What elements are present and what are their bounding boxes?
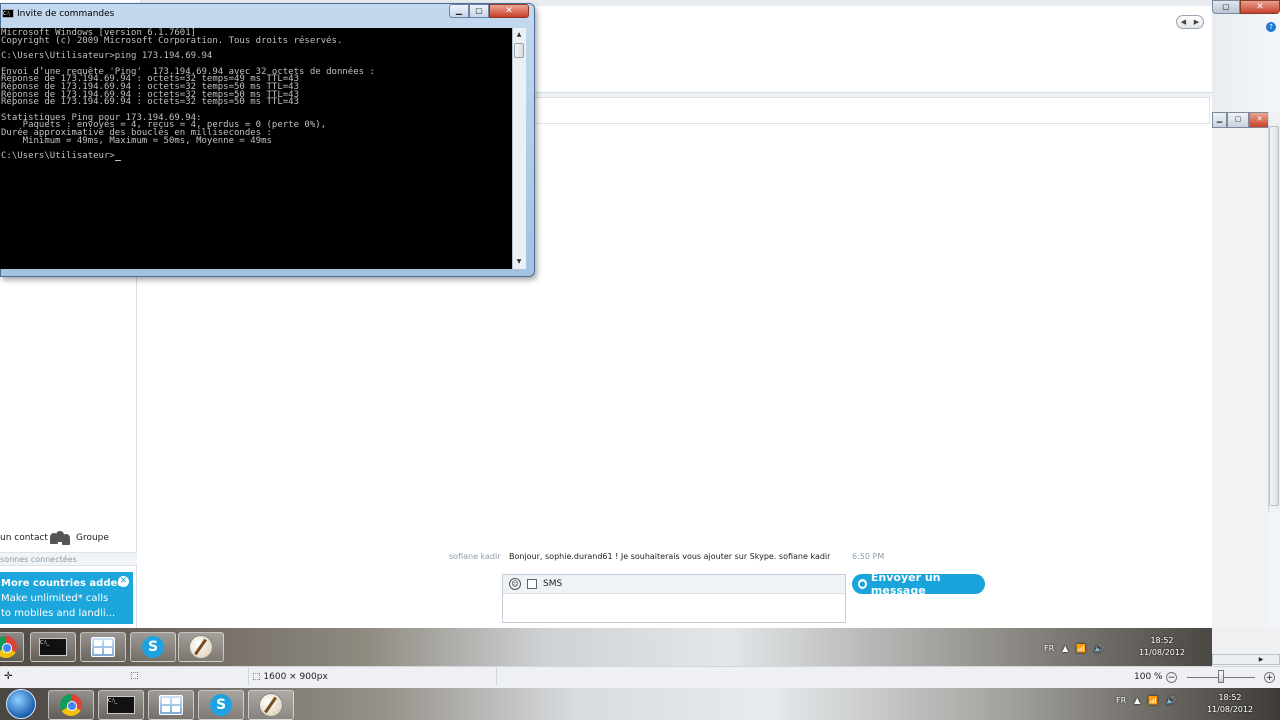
- console-line: Réponse de 173.194.69.94 : octets=32 tem…: [1, 97, 300, 108]
- horizontal-scrollbar[interactable]: [1212, 654, 1280, 665]
- taskbar2-cmd-button[interactable]: C:\_: [98, 690, 144, 720]
- cmd-scrollbar[interactable]: [512, 28, 526, 269]
- message-time: 6:50 PM: [852, 552, 885, 561]
- taskbar-chrome-button[interactable]: [0, 632, 24, 662]
- add-contact-button[interactable]: un contact: [0, 527, 48, 549]
- promo-title: More countries added: [1, 578, 125, 589]
- status-divider: [248, 668, 249, 686]
- message-text: Bonjour, sophie.durand61 ! Je souhaitera…: [509, 552, 831, 561]
- control-panel-icon: [91, 637, 115, 657]
- network-icon[interactable]: 📶: [1148, 696, 1158, 705]
- zoom-slider-thumb[interactable]: [1218, 670, 1224, 683]
- promo-line-1: Make unlimited* calls: [1, 593, 109, 604]
- console-cursor: [114, 159, 121, 161]
- system-tray: FR ▲ 📶 🔊: [1116, 696, 1216, 705]
- taskbar-control-panel-button[interactable]: [80, 632, 126, 662]
- cmd-title: Invite de commandes: [17, 9, 115, 19]
- zoom-out-icon[interactable]: −: [1166, 672, 1177, 683]
- tray-expand-icon[interactable]: ▲: [1134, 696, 1140, 705]
- window-restore-button[interactable]: ▢: [1212, 0, 1240, 14]
- inner-maximize-button[interactable]: ▢: [1227, 112, 1250, 128]
- taskbar2-paint-button[interactable]: [248, 690, 294, 720]
- inner-clock-date: 11/08/2012: [1138, 648, 1186, 657]
- clock[interactable]: 18:52 11/08/2012: [1202, 692, 1258, 716]
- chrome-icon: [60, 694, 82, 716]
- skype-icon: S: [210, 694, 232, 716]
- image-dimensions-text: 1600 × 900px: [263, 672, 328, 682]
- help-icon[interactable]: ?: [1266, 22, 1276, 32]
- taskbar-paint-button[interactable]: [178, 632, 224, 662]
- clock-date: 11/08/2012: [1206, 705, 1254, 714]
- cmd-scroll-down-icon[interactable]: ▼: [513, 256, 525, 268]
- inner-clock[interactable]: 18:52 11/08/2012: [1132, 635, 1192, 659]
- language-indicator[interactable]: FR: [1116, 696, 1126, 705]
- zoom-level: 100 %: [1134, 672, 1163, 682]
- status-bar: [0, 666, 1280, 688]
- taskbar2-chrome-button[interactable]: [48, 690, 94, 720]
- skype-icon: S: [142, 636, 164, 658]
- inner-language-indicator[interactable]: FR: [1044, 644, 1054, 653]
- inner-window-controls: ▁ ▢ ✕: [1212, 112, 1270, 128]
- taskbar2-control-panel-button[interactable]: [148, 690, 194, 720]
- contacts-status: sonnes connectées: [0, 552, 137, 566]
- vertical-scroll-thumb[interactable]: [1269, 126, 1279, 506]
- scroll-right-icon[interactable]: ▶: [1256, 655, 1266, 665]
- promo-line-2: to mobiles and landli...: [1, 608, 116, 619]
- group-icon: [50, 531, 70, 545]
- image-dimensions: ⬚ 1600 × 900px: [252, 672, 328, 682]
- taskbar2-skype-button[interactable]: S: [198, 690, 244, 720]
- console-line: C:\Users\Utilisateur>: [1, 152, 512, 161]
- cmd-close-button[interactable]: ✕: [489, 4, 529, 18]
- inner-volume-icon[interactable]: 🔊: [1094, 644, 1104, 653]
- selection-size-icon: ⬚: [130, 671, 139, 681]
- cursor-position-icon: ✛: [4, 671, 13, 682]
- windows-start-icon: [6, 689, 36, 719]
- console-line: C:\Users\Utilisateur>ping 173.194.69.94: [1, 51, 213, 62]
- right-side-panel: [1212, 128, 1268, 628]
- inner-tray-expand-icon[interactable]: ▲: [1062, 644, 1068, 653]
- group-button[interactable]: Groupe: [50, 527, 136, 549]
- send-message-label: Envoyer un message: [870, 571, 941, 597]
- start-button[interactable]: [0, 689, 42, 719]
- cmd-scroll-up-icon[interactable]: ▲: [513, 29, 525, 41]
- composer-toolbar: ☺ SMS: [503, 575, 845, 594]
- taskbar-cmd-button[interactable]: C:\_: [30, 632, 76, 662]
- cmd-icon: C:\_: [107, 696, 135, 714]
- paint-icon: [189, 635, 213, 659]
- promo-banner[interactable]: More countries added Make unlimited* cal…: [0, 572, 133, 624]
- inner-network-icon[interactable]: 📶: [1076, 644, 1086, 653]
- control-panel-icon: [159, 695, 183, 715]
- inner-close-button[interactable]: ✕: [1249, 112, 1270, 128]
- cmd-minimize-button[interactable]: ▁: [449, 4, 469, 18]
- console-line: Minimum = 49ms, Maximum = 50ms, Moyenne …: [1, 135, 272, 146]
- cmd-scroll-thumb[interactable]: [514, 43, 524, 58]
- chrome-icon: [0, 636, 17, 658]
- group-label: Groupe: [76, 533, 109, 543]
- cmd-maximize-button[interactable]: ▢: [469, 4, 489, 18]
- inner-clock-time: 18:52: [1150, 636, 1174, 645]
- paint-icon: [259, 693, 283, 717]
- cmd-icon: C:\_: [39, 638, 67, 656]
- sms-checkbox[interactable]: [527, 579, 537, 589]
- send-message-button[interactable]: ● Envoyer un message: [852, 571, 985, 597]
- promo-close-icon[interactable]: ✕: [118, 576, 129, 587]
- inner-minimize-button[interactable]: ▁: [1212, 112, 1227, 128]
- image-size-icon: ⬚: [252, 672, 261, 682]
- sms-label: SMS: [543, 579, 563, 589]
- cmd-app-icon: C:\: [2, 9, 14, 18]
- taskbar-skype-button[interactable]: S: [130, 632, 176, 662]
- skype-nav-arrows[interactable]: ◀ ▶: [1176, 15, 1204, 29]
- console-line: Copyright (c) 2009 Microsoft Corporation…: [1, 35, 343, 46]
- nav-forward-icon[interactable]: ▶: [1194, 18, 1199, 26]
- volume-icon[interactable]: 🔊: [1166, 696, 1176, 705]
- nav-back-icon[interactable]: ◀: [1181, 18, 1186, 26]
- emoticon-icon[interactable]: ☺: [509, 578, 521, 590]
- window-close-button[interactable]: ✕: [1240, 0, 1280, 14]
- chat-bubble-icon: ●: [858, 579, 867, 589]
- status-divider: [496, 668, 497, 686]
- message-sender: sofiane kadir: [449, 552, 501, 561]
- clock-time: 18:52: [1218, 693, 1242, 702]
- zoom-in-icon[interactable]: +: [1264, 672, 1275, 683]
- cmd-console[interactable]: Microsoft Windows [version 6.1.7601] Copy…: [0, 28, 512, 269]
